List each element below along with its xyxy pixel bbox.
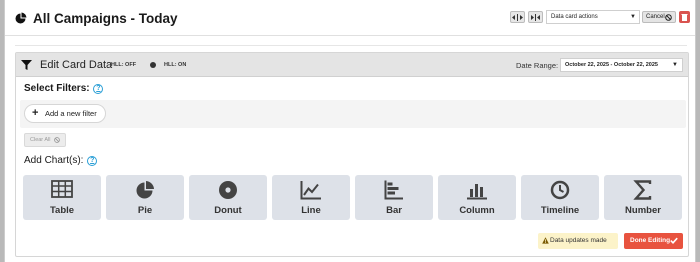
edit-card-panel: Edit Card Data HLL: OFF HLL: ON Date Ran… <box>15 52 689 257</box>
date-range-label: Date Range: <box>516 61 559 70</box>
add-charts-label: Add Chart(s): ? <box>24 155 98 166</box>
chart-type-label: Donut <box>214 205 242 216</box>
chart-type-column[interactable]: Column <box>438 175 516 220</box>
column-chart-icon <box>467 184 487 200</box>
clock-icon <box>550 180 570 200</box>
chart-type-bar[interactable]: Bar <box>355 175 433 220</box>
chart-type-line[interactable]: Line <box>272 175 350 220</box>
chart-type-label: Pie <box>137 205 153 216</box>
chart-type-label: Column <box>459 205 495 216</box>
done-editing-label: Done Editing <box>630 237 671 244</box>
notice-text: Data updates made <box>550 237 607 244</box>
hll-on-option[interactable]: HLL: ON <box>164 62 186 68</box>
plus-icon: + <box>32 107 39 119</box>
select-value: Data card actions <box>551 14 598 20</box>
data-card-actions-select[interactable]: Data card actions ▼ <box>546 10 640 24</box>
add-charts-text: Add Chart(s): <box>24 155 84 166</box>
filter-icon <box>21 60 32 70</box>
date-range-select[interactable]: October 22, 2025 - October 22, 2025 ▼ <box>560 58 683 72</box>
cancel-button[interactable]: Cancel <box>642 11 676 23</box>
done-editing-button[interactable]: Done Editing <box>624 233 683 249</box>
select-filters-label: Select Filters: ? <box>24 83 104 94</box>
ban-icon <box>665 14 672 21</box>
chart-type-label: Bar <box>386 205 402 216</box>
card-title: All Campaigns - Today <box>33 11 178 26</box>
bar-chart-icon <box>384 180 403 200</box>
chart-type-timeline[interactable]: Timeline <box>521 175 599 220</box>
chart-type-donut[interactable]: Donut <box>189 175 267 220</box>
clear-all-label: Clear All <box>30 137 51 143</box>
add-filter-button[interactable]: + Add a new filter <box>24 104 106 123</box>
line-chart-icon <box>300 181 321 200</box>
trash-icon <box>681 14 688 21</box>
shrink-width-button[interactable] <box>510 11 525 23</box>
chart-type-pie[interactable]: Pie <box>106 175 184 220</box>
pie-chart-title-icon <box>15 12 27 24</box>
edit-panel-header: Edit Card Data HLL: OFF HLL: ON Date Ran… <box>16 53 688 77</box>
card-header: All Campaigns - Today Data card actions … <box>5 0 695 36</box>
chart-type-label: Line <box>301 205 321 216</box>
add-filter-label: Add a new filter <box>45 109 97 118</box>
table-icon <box>51 180 73 198</box>
expand-arrows-icon <box>531 13 540 21</box>
sigma-icon <box>633 180 652 200</box>
clear-all-button[interactable]: Clear All <box>24 133 66 147</box>
date-range-value: October 22, 2025 - October 22, 2025 <box>565 62 658 68</box>
warning-icon <box>542 237 549 244</box>
data-card: All Campaigns - Today Data card actions … <box>4 0 696 262</box>
chart-type-label: Number <box>625 205 661 216</box>
chart-type-label: Table <box>49 205 75 216</box>
caret-down-icon: ▼ <box>630 14 636 20</box>
data-updates-notice: Data updates made <box>538 233 618 249</box>
check-icon <box>670 237 678 244</box>
expand-width-button[interactable] <box>528 11 543 23</box>
charts-help-icon[interactable]: ? <box>87 156 98 166</box>
delete-card-button[interactable] <box>679 11 690 23</box>
shrink-arrows-icon <box>512 13 523 21</box>
edit-panel-title: Edit Card Data <box>40 59 113 71</box>
hll-off-option[interactable]: HLL: OFF <box>111 62 136 68</box>
pie-icon <box>136 181 154 199</box>
chart-type-number[interactable]: Number <box>604 175 682 220</box>
select-filters-text: Select Filters: <box>24 83 90 94</box>
donut-icon <box>219 181 237 199</box>
chart-type-list: Table Pie Donut Line Bar Column Timeline… <box>23 175 685 220</box>
caret-down-icon: ▼ <box>672 62 678 68</box>
hll-toggle[interactable] <box>150 62 156 68</box>
filters-help-icon[interactable]: ? <box>93 84 104 94</box>
chart-type-label: Timeline <box>540 205 580 216</box>
ban-icon <box>54 137 60 143</box>
divider <box>15 45 687 46</box>
cancel-label: Cancel <box>646 14 665 20</box>
chart-type-table[interactable]: Table <box>23 175 101 220</box>
filter-list: + Add a new filter <box>20 100 686 128</box>
